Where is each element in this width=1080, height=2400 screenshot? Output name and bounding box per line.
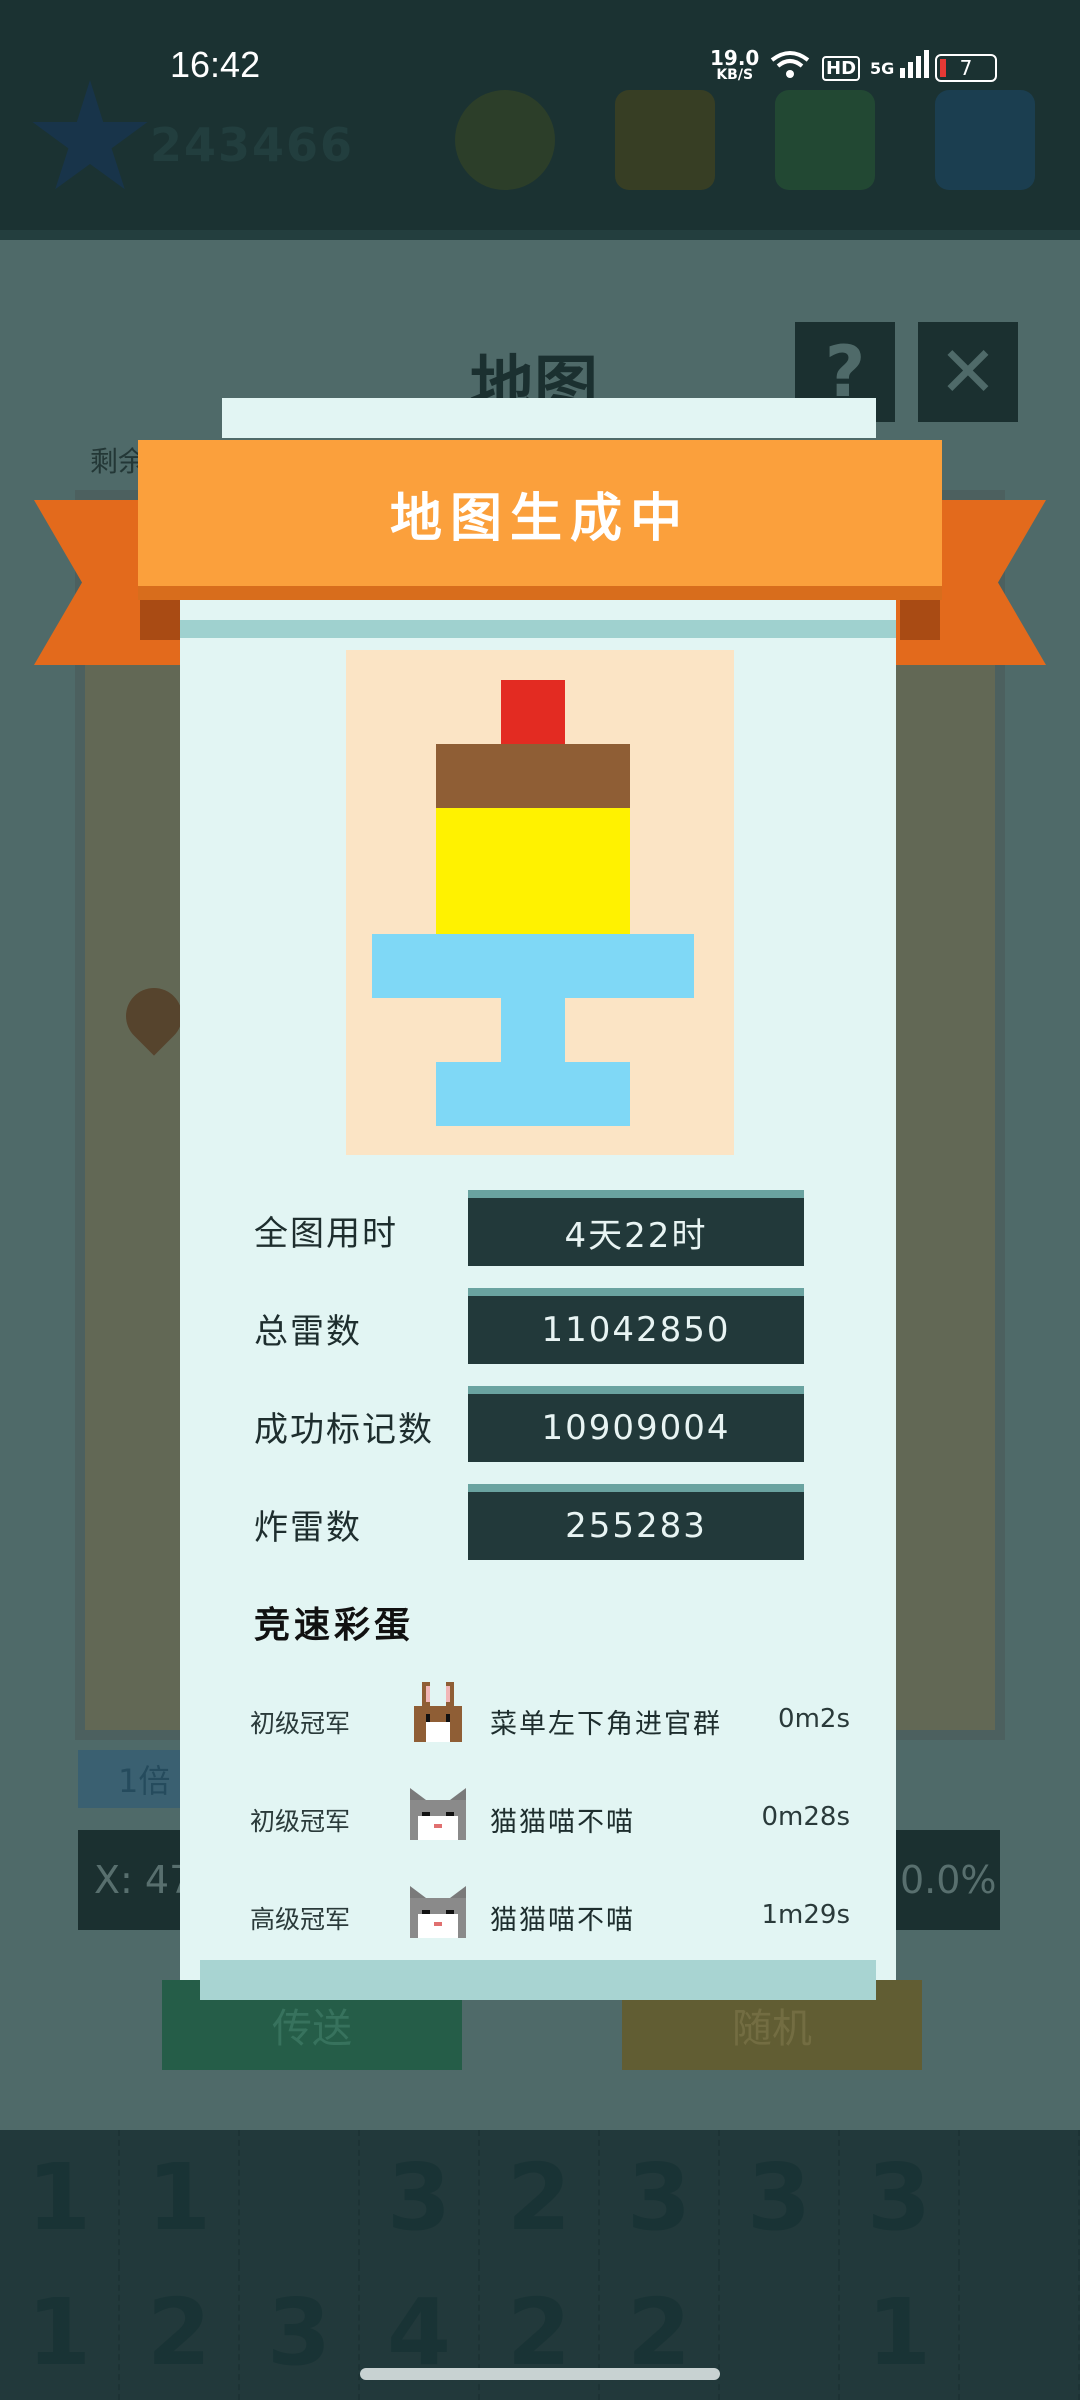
stat-value-total-time: 4天22时 xyxy=(468,1190,804,1266)
stat-value-exploded: 255283 xyxy=(468,1484,804,1560)
wifi-icon xyxy=(770,51,810,78)
battery-level: 7 xyxy=(959,56,973,80)
stat-value-total-mines: 11042850 xyxy=(468,1288,804,1364)
stat-label-flagged: 成功标记数 xyxy=(254,1410,434,1450)
modal-bottom-edge xyxy=(200,1960,876,2000)
art-pixel xyxy=(501,998,565,1062)
race-easter-egg-title: 竞速彩蛋 xyxy=(254,1605,415,1646)
race-rank: 高级冠军 xyxy=(250,1905,351,1934)
race-time: 1m29s xyxy=(761,1900,851,1930)
ribbon-fold-right xyxy=(900,600,940,640)
home-indicator[interactable] xyxy=(360,2368,720,2380)
race-rank: 初级冠军 xyxy=(250,1807,351,1836)
net-speed: 19.0 KB/S xyxy=(710,48,759,82)
signal-label: 5G xyxy=(870,59,895,78)
status-bar: 16:42 19.0 KB/S HD 5G 7 xyxy=(0,0,1080,130)
race-player-name: 菜单左下角进官群 xyxy=(490,1709,722,1740)
race-rank: 初级冠军 xyxy=(250,1709,351,1738)
race-time: 0m2s xyxy=(778,1704,850,1734)
art-pixel xyxy=(436,744,630,808)
art-pixel xyxy=(372,934,694,998)
dialog-title: 地图生成中 xyxy=(389,488,690,549)
battery-icon: 7 xyxy=(935,54,997,82)
modal-divider xyxy=(180,620,896,638)
modal-top-cap xyxy=(222,398,876,438)
ribbon-fold-left xyxy=(140,600,180,640)
pixel-art-trophy-icon xyxy=(346,650,734,1155)
race-player-name: 猫猫喵不喵 xyxy=(490,1905,635,1936)
stat-label-exploded: 炸雷数 xyxy=(254,1508,362,1548)
race-player-name: 猫猫喵不喵 xyxy=(490,1807,635,1838)
stat-value-flagged: 10909004 xyxy=(468,1386,804,1462)
race-time: 0m28s xyxy=(761,1802,851,1832)
cat-icon xyxy=(410,1788,466,1840)
status-time: 16:42 xyxy=(170,44,261,85)
signal-icon: 5G xyxy=(870,50,930,78)
art-pixel xyxy=(436,808,630,934)
stat-label-total-mines: 总雷数 xyxy=(254,1312,362,1352)
hd-badge: HD xyxy=(822,56,861,81)
cat-icon xyxy=(410,1886,466,1938)
art-pixel xyxy=(436,1062,630,1126)
net-speed-unit: KB/S xyxy=(716,67,754,83)
rabbit-icon xyxy=(414,1682,462,1742)
stat-label-total-time: 全图用时 xyxy=(254,1214,398,1254)
dialog-title-ribbon: 地图生成中 xyxy=(138,440,942,600)
art-pixel xyxy=(501,680,565,744)
net-speed-value: 19.0 xyxy=(710,46,760,70)
